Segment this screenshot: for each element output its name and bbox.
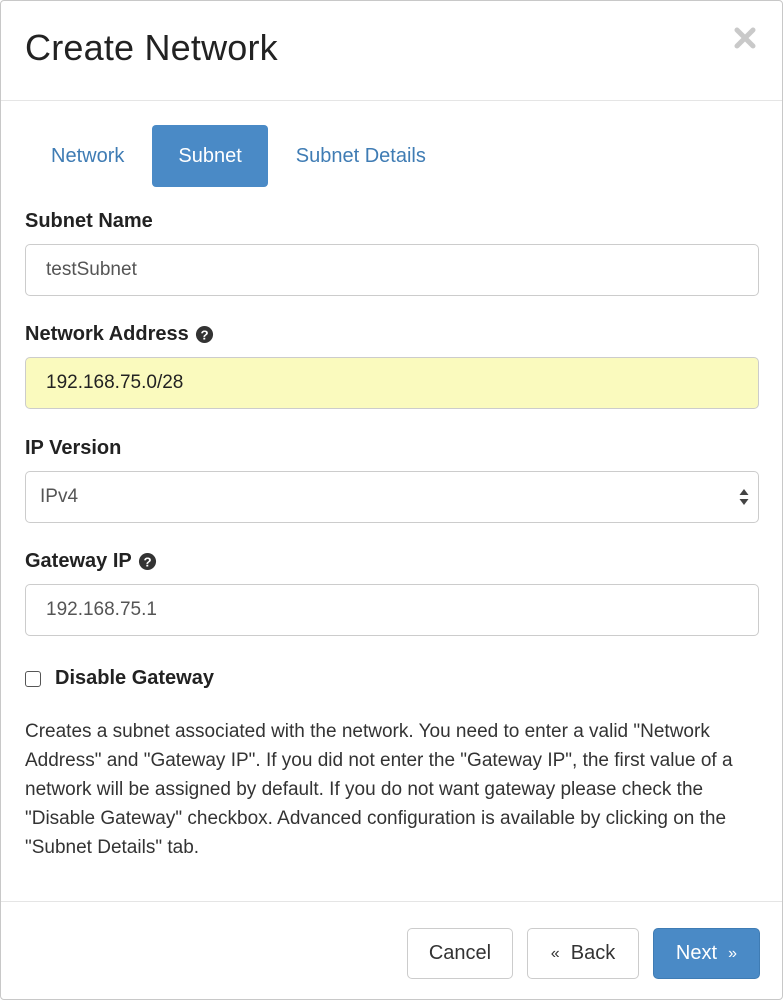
ip-version-label: IP Version (25, 437, 121, 460)
subnet-name-label-text: Subnet Name (25, 210, 153, 232)
gateway-ip-input[interactable]: 192.168.75.1 (25, 584, 759, 636)
network-address-label: Network Address ? (25, 323, 214, 346)
gateway-ip-label-text: Gateway IP (25, 550, 132, 572)
disable-gateway-row: Disable Gateway (25, 667, 214, 690)
network-address-input[interactable]: 192.168.75.0/28 (25, 357, 759, 409)
double-chevron-right-icon: » (728, 945, 738, 962)
network-address-label-text: Network Address (25, 323, 189, 345)
close-icon (734, 27, 756, 49)
subnet-name-input[interactable]: testSubnet (25, 244, 759, 296)
next-button[interactable]: Next » (653, 928, 760, 979)
tab-network[interactable]: Network (25, 125, 146, 187)
question-circle-icon[interactable]: ? (138, 552, 157, 571)
disable-gateway-label[interactable]: Disable Gateway (55, 667, 214, 690)
ip-version-label-text: IP Version (25, 437, 122, 459)
ip-version-select[interactable]: IPv4 (25, 471, 759, 523)
back-button[interactable]: « Back (527, 928, 639, 979)
double-chevron-left-icon: « (550, 945, 560, 962)
help-text: Creates a subnet associated with the net… (25, 721, 733, 858)
back-label: Back (570, 942, 616, 964)
tab-subnet-details[interactable]: Subnet Details (274, 125, 448, 187)
svg-text:?: ? (200, 327, 208, 342)
dialog-footer: Cancel « Back Next » (1, 901, 782, 1001)
gateway-ip-label: Gateway IP ? (25, 550, 157, 573)
dialog-header: Create Network (1, 1, 782, 101)
close-button[interactable] (730, 23, 760, 53)
wizard-tabs: Network Subnet Subnet Details (25, 125, 448, 187)
svg-text:?: ? (143, 554, 151, 569)
disable-gateway-checkbox[interactable] (25, 670, 41, 687)
next-label: Next (675, 942, 718, 964)
cancel-button[interactable]: Cancel (407, 928, 513, 979)
create-network-dialog: Create Network Network Subnet Subnet Det… (0, 0, 783, 1000)
question-circle-icon[interactable]: ? (195, 325, 214, 344)
select-arrows-icon (738, 486, 750, 508)
subnet-name-label: Subnet Name (25, 210, 153, 233)
ip-version-selected: IPv4 (40, 486, 79, 507)
dialog-title: Create Network (25, 27, 278, 68)
tab-subnet[interactable]: Subnet (152, 125, 268, 187)
